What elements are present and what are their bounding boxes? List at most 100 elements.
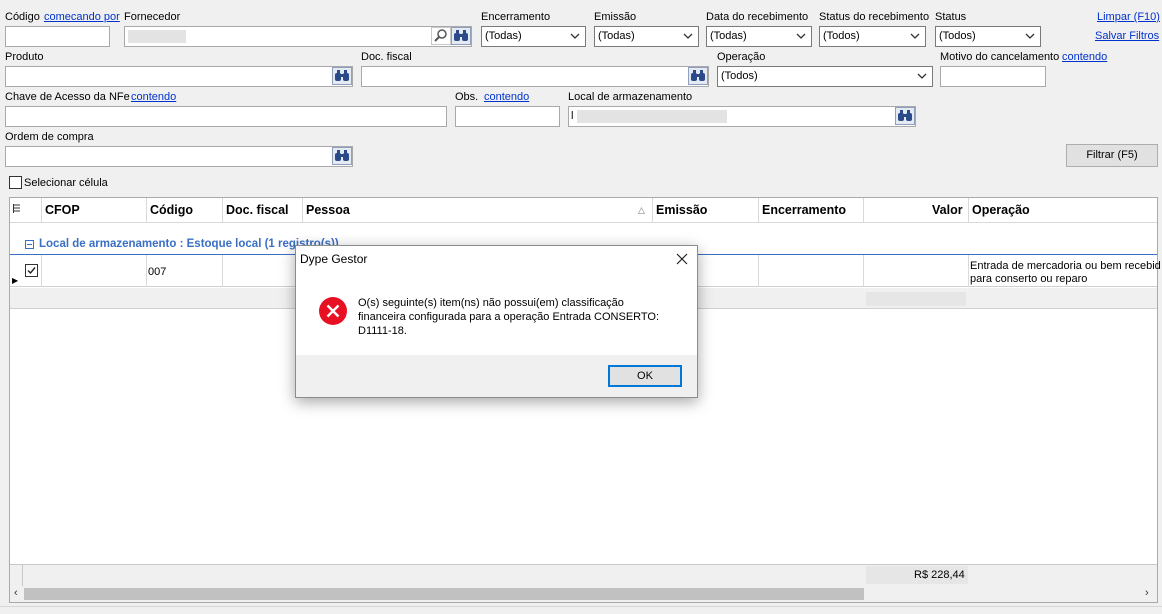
group-summary-value-redacted xyxy=(866,292,966,306)
motivo-label: Motivo do cancelamento xyxy=(940,51,1060,63)
motivo-input[interactable] xyxy=(940,66,1046,87)
collapse-group-icon[interactable] xyxy=(25,240,34,249)
search-icon[interactable] xyxy=(431,27,451,45)
emissao-label: Emissão xyxy=(594,11,637,23)
cell-divider xyxy=(146,255,147,287)
codigo-input[interactable] xyxy=(5,26,110,47)
ok-button[interactable]: OK xyxy=(608,365,682,387)
encerramento-label: Encerramento xyxy=(481,11,551,23)
status-value: (Todos) xyxy=(939,30,976,42)
produto-input[interactable] xyxy=(5,66,353,87)
col-divider xyxy=(652,198,653,223)
encerramento-select[interactable]: (Todas) xyxy=(481,26,586,47)
scrollbar-thumb[interactable] xyxy=(24,588,864,600)
row-indicator-icon: ▶ xyxy=(12,276,19,285)
col-divider xyxy=(302,198,303,223)
ordem-label: Ordem de compra xyxy=(5,131,94,143)
col-header-cfop[interactable]: CFOP xyxy=(45,203,80,217)
binoculars-icon[interactable] xyxy=(451,27,471,45)
col-header-pessoa[interactable]: Pessoa xyxy=(306,203,350,217)
binoculars-icon[interactable] xyxy=(688,67,708,85)
chave-input[interactable] xyxy=(5,106,447,127)
col-header-codigo[interactable]: Código xyxy=(150,203,193,217)
footer-divider xyxy=(22,564,23,586)
data-recebimento-value: (Todas) xyxy=(710,30,747,42)
error-icon xyxy=(318,296,348,326)
emissao-select[interactable]: (Todas) xyxy=(594,26,699,47)
scroll-left-icon[interactable]: ‹ xyxy=(14,587,18,599)
status-recebimento-label: Status do recebimento xyxy=(819,11,930,23)
status-recebimento-select[interactable]: (Todos) xyxy=(819,26,926,47)
cell-codigo[interactable]: 007 xyxy=(148,266,166,278)
dialog-footer: OK xyxy=(296,355,697,397)
selecionar-celula-checkbox[interactable] xyxy=(9,176,22,189)
scroll-right-icon[interactable]: › xyxy=(1145,587,1149,599)
local-value: l xyxy=(571,110,574,122)
chevron-down-icon xyxy=(683,33,693,39)
chave-label: Chave de Acesso da NFe xyxy=(5,91,130,103)
operacao-select[interactable]: (Todos) xyxy=(717,66,933,87)
status-label: Status xyxy=(935,11,967,23)
cell-divider xyxy=(863,255,864,287)
binoculars-icon[interactable] xyxy=(332,147,352,165)
limpar-link[interactable]: Limpar (F10) xyxy=(1097,11,1160,23)
col-divider xyxy=(863,198,864,223)
dialog-message: O(s) seguinte(s) item(ns) não possui(em)… xyxy=(358,297,660,337)
col-header-operacao[interactable]: Operação xyxy=(972,203,1030,217)
data-recebimento-label: Data do recebimento xyxy=(706,11,809,23)
codigo-label: Código xyxy=(5,11,40,23)
chevron-down-icon xyxy=(1025,33,1035,39)
motivo-mode-link[interactable]: contendo xyxy=(1062,51,1107,63)
cell-divider xyxy=(41,255,42,287)
status-bar xyxy=(0,606,1162,614)
status-recebimento-value: (Todos) xyxy=(823,30,860,42)
selecionar-celula-label: Selecionar célula xyxy=(24,177,108,189)
doc-fiscal-input[interactable] xyxy=(361,66,709,87)
filtrar-button[interactable]: Filtrar (F5) xyxy=(1066,144,1158,167)
grid-footer xyxy=(10,564,1157,586)
encerramento-value: (Todas) xyxy=(485,30,522,42)
obs-input[interactable] xyxy=(455,106,560,127)
local-input[interactable]: l xyxy=(568,106,916,127)
col-header-doc-fiscal[interactable]: Doc. fiscal xyxy=(226,203,289,217)
col-header-emissao[interactable]: Emissão xyxy=(656,203,707,217)
chave-mode-link[interactable]: contendo xyxy=(131,91,176,103)
chevron-down-icon xyxy=(910,33,920,39)
data-recebimento-select[interactable]: (Todas) xyxy=(706,26,812,47)
sort-asc-icon: △ xyxy=(638,205,645,215)
codigo-mode-link[interactable]: comecando por xyxy=(44,11,120,23)
cell-divider xyxy=(968,255,969,287)
local-label: Local de armazenamento xyxy=(568,91,693,103)
column-chooser-icon[interactable] xyxy=(13,204,21,214)
obs-mode-link[interactable]: contendo xyxy=(484,91,529,103)
local-value-redacted xyxy=(577,110,727,123)
dialog-title: Dype Gestor xyxy=(300,252,368,266)
cell-operacao-line1[interactable]: Entrada de mercadoria ou bem recebid xyxy=(970,260,1161,272)
col-header-encerramento[interactable]: Encerramento xyxy=(762,203,846,217)
binoculars-icon[interactable] xyxy=(332,67,352,85)
ordem-input[interactable] xyxy=(5,146,353,167)
col-divider xyxy=(146,198,147,223)
fornecedor-label: Fornecedor xyxy=(124,11,181,23)
col-divider xyxy=(968,198,969,223)
cell-operacao-line2[interactable]: para conserto ou reparo xyxy=(970,273,1087,285)
emissao-value: (Todas) xyxy=(598,30,635,42)
chevron-down-icon xyxy=(570,33,580,39)
error-dialog: Dype Gestor O(s) seguinte(s) item(ns) nã… xyxy=(295,245,698,398)
cell-divider xyxy=(758,255,759,287)
obs-label: Obs. xyxy=(455,91,479,103)
status-select[interactable]: (Todos) xyxy=(935,26,1041,47)
col-header-valor[interactable]: Valor xyxy=(932,203,963,217)
doc-fiscal-label: Doc. fiscal xyxy=(361,51,412,63)
salvar-filtros-link[interactable]: Salvar Filtros xyxy=(1095,30,1159,42)
col-divider xyxy=(41,198,42,223)
close-icon[interactable] xyxy=(672,250,692,268)
col-divider xyxy=(758,198,759,223)
group-row-label: Local de armazenamento : Estoque local (… xyxy=(39,238,339,250)
chevron-down-icon xyxy=(917,73,927,79)
row-checkbox[interactable] xyxy=(25,264,38,277)
fornecedor-input[interactable] xyxy=(124,26,472,47)
cell-divider xyxy=(222,255,223,287)
operacao-label: Operação xyxy=(717,51,766,63)
binoculars-icon[interactable] xyxy=(895,107,915,125)
